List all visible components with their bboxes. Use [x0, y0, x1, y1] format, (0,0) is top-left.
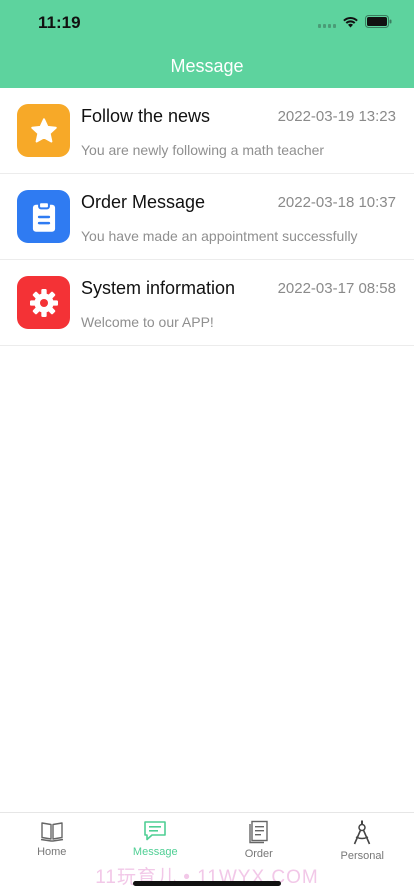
wifi-icon: [342, 16, 359, 28]
tab-label: Home: [37, 846, 67, 858]
cellular-signal-icon: [318, 16, 336, 28]
home-indicator: [133, 881, 281, 886]
clipboard-icon: [32, 200, 55, 232]
message-time: 2022-03-19 13:23: [277, 108, 396, 125]
message-title: Follow the news: [81, 106, 211, 126]
tab-label: Message: [132, 846, 178, 858]
message-item-follow-news[interactable]: Follow the news 2022-03-19 13:23 You are…: [0, 88, 414, 174]
message-time: 2022-03-18 10:37: [277, 194, 396, 211]
message-title: System information: [81, 278, 236, 298]
message-time: 2022-03-17 08:58: [277, 280, 396, 297]
gear-icon: [29, 288, 58, 317]
star-icon: [30, 117, 57, 142]
status-icons: [318, 15, 392, 28]
status-time: 11:19: [38, 13, 81, 32]
message-list: Follow the news 2022-03-19 13:23 You are…: [0, 88, 414, 346]
status-bar: 11:19: [0, 0, 414, 44]
message-icon-tile: [17, 276, 70, 329]
compass-icon: [354, 820, 371, 845]
app-header: 11:19 Message: [0, 0, 414, 88]
book-icon: [40, 822, 63, 842]
tab-label: Personal: [340, 850, 384, 862]
message-preview: You are newly following a math teacher: [81, 142, 325, 158]
chat-icon: [144, 821, 167, 841]
message-title: Order Message: [81, 192, 206, 212]
document-icon: [249, 820, 268, 844]
message-preview: You have made an appointment successfull…: [81, 228, 358, 244]
message-item-order[interactable]: Order Message 2022-03-18 10:37 You have …: [0, 174, 414, 260]
message-preview: Welcome to our APP!: [81, 314, 214, 330]
message-item-system[interactable]: System information 2022-03-17 08:58 Welc…: [0, 260, 414, 346]
message-icon-tile: [17, 104, 70, 157]
page-title: Message: [170, 56, 244, 76]
message-icon-tile: [17, 190, 70, 243]
tab-label: Order: [244, 848, 273, 860]
battery-icon: [365, 15, 392, 28]
